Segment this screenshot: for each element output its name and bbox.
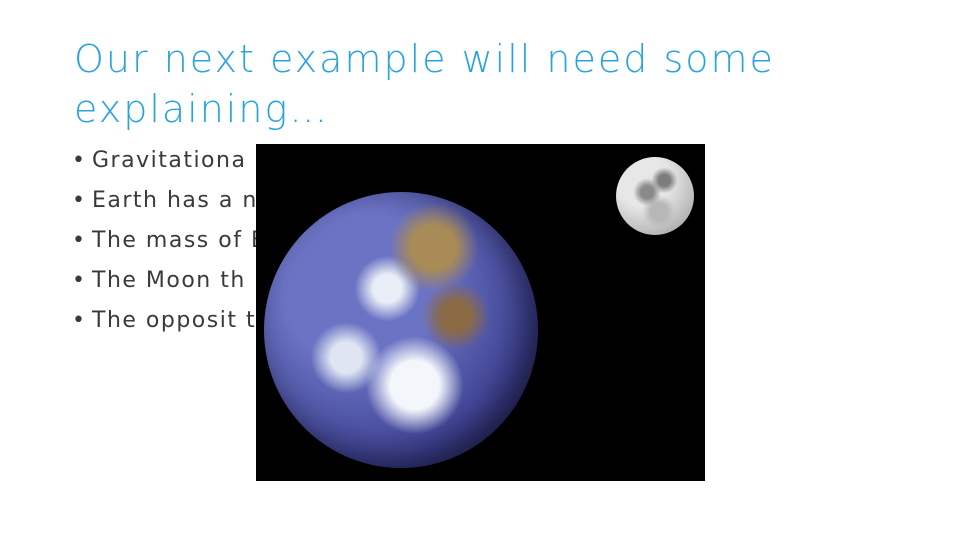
bullet-dot: • bbox=[72, 228, 87, 253]
moon-icon bbox=[616, 157, 694, 235]
earth-icon bbox=[264, 192, 538, 468]
slide-title: Our next example will need some explaini… bbox=[74, 37, 775, 131]
bullet-dot: • bbox=[72, 268, 87, 293]
slide: Our next example will need some explaini… bbox=[0, 0, 960, 540]
bullet-dot: • bbox=[72, 308, 87, 333]
bullet-dot: • bbox=[72, 188, 87, 213]
bullet-dot: • bbox=[72, 148, 87, 173]
earth-moon-image bbox=[256, 144, 705, 481]
